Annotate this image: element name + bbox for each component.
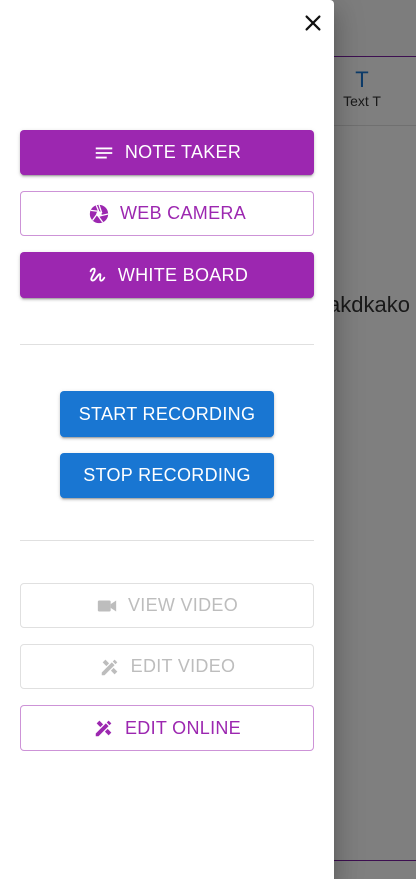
edit-online-label: EDIT ONLINE (125, 717, 241, 738)
camera-shutter-icon (88, 203, 110, 225)
stop-recording-label: STOP RECORDING (83, 465, 251, 485)
edit-video-button[interactable]: EDIT VIDEO (20, 644, 314, 689)
notes-icon (93, 142, 115, 164)
white-board-button[interactable]: WHITE BOARD (20, 252, 314, 298)
stop-recording-button[interactable]: STOP RECORDING (60, 453, 274, 498)
divider (20, 344, 314, 345)
web-camera-label: WEB CAMERA (119, 203, 246, 223)
web-camera-button[interactable]: WEB CAMERA (20, 191, 314, 236)
edit-online-button[interactable]: EDIT ONLINE (20, 705, 314, 751)
view-video-label: VIEW VIDEO (127, 595, 238, 615)
side-drawer: NOTE TAKER WEB CAMERA WHITE BOARD START … (0, 0, 334, 879)
note-taker-label: NOTE TAKER (124, 142, 242, 162)
videocam-icon (96, 595, 118, 617)
design-services-icon (93, 717, 115, 739)
close-button[interactable] (300, 10, 326, 36)
design-services-icon (99, 656, 121, 678)
note-taker-button[interactable]: NOTE TAKER (20, 130, 314, 175)
divider (20, 540, 314, 541)
white-board-label: WHITE BOARD (117, 264, 249, 285)
view-video-button[interactable]: VIEW VIDEO (20, 583, 314, 628)
start-recording-button[interactable]: START RECORDING (60, 391, 274, 437)
close-icon (302, 12, 324, 34)
gesture-icon (86, 264, 108, 286)
edit-video-label: EDIT VIDEO (130, 656, 236, 676)
start-recording-label: START RECORDING (78, 403, 256, 424)
